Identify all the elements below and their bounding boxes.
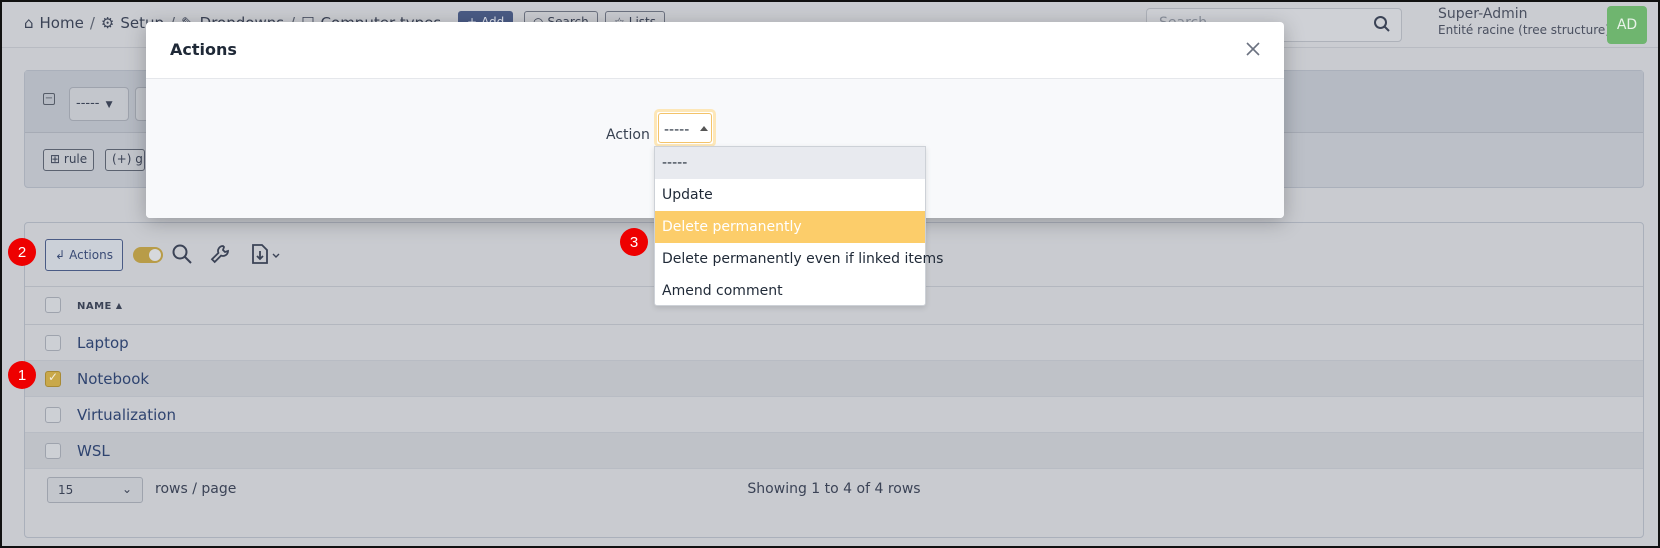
table-row[interactable]: Virtualization bbox=[25, 397, 1643, 433]
row-checkbox[interactable] bbox=[45, 370, 61, 387]
group-label: (+) gr bbox=[112, 152, 145, 166]
rule-label: rule bbox=[63, 152, 88, 166]
dropdown-option[interactable]: Delete permanently even if linked items bbox=[655, 243, 943, 275]
row-name-link[interactable]: Virtualization bbox=[77, 406, 176, 424]
column-header-name[interactable]: NAME ▲ bbox=[77, 301, 123, 312]
criteria-field-value: ----- bbox=[76, 96, 100, 111]
user-info[interactable]: Super-Admin Entité racine (tree structur… bbox=[1438, 6, 1610, 37]
showing-count: Showing 1 to 4 of 4 rows bbox=[747, 481, 921, 497]
row-checkbox[interactable] bbox=[45, 443, 61, 459]
row-checkbox[interactable] bbox=[45, 335, 61, 351]
modal-header: Actions bbox=[146, 22, 1284, 79]
add-group-button[interactable]: (+) gr bbox=[105, 149, 145, 171]
sort-asc-icon: ▲ bbox=[115, 301, 123, 310]
table-row[interactable]: Laptop bbox=[25, 325, 1643, 361]
actions-label: Actions bbox=[69, 248, 113, 262]
close-icon[interactable] bbox=[1244, 40, 1262, 58]
breadcrumb-home[interactable]: Home bbox=[40, 14, 84, 32]
gear-icon: ⚙ bbox=[100, 14, 115, 32]
modal-title: Actions bbox=[170, 40, 237, 59]
dropdown-option[interactable]: Amend comment bbox=[655, 275, 925, 307]
toggle-switch[interactable] bbox=[133, 247, 163, 263]
column-name-label: NAME bbox=[77, 301, 112, 312]
row-name-link[interactable]: Laptop bbox=[77, 334, 129, 352]
add-rule-icon: ⊞ bbox=[50, 152, 61, 166]
criteria-field-select[interactable]: ----- ▼ bbox=[69, 87, 129, 121]
breadcrumb-separator: / bbox=[89, 14, 95, 32]
table-row[interactable]: Notebook bbox=[25, 361, 1643, 397]
row-name-link[interactable]: Notebook bbox=[77, 370, 149, 388]
collapse-icon[interactable]: − bbox=[43, 93, 55, 105]
dropdown-option[interactable]: ----- bbox=[655, 147, 925, 179]
select-all-checkbox[interactable] bbox=[45, 297, 61, 313]
add-rule-button[interactable]: ⊞ rule bbox=[43, 149, 95, 171]
actions-button[interactable]: ↲ Actions bbox=[45, 239, 123, 271]
entity-name: Entité racine (tree structure) bbox=[1438, 22, 1610, 37]
dropdown-option[interactable]: Update bbox=[655, 179, 925, 211]
pagination-footer: 15 ⌄ rows / page Showing 1 to 4 of 4 row… bbox=[25, 459, 1643, 519]
step-marker: 3 bbox=[620, 228, 648, 256]
action-dropdown-list: ----- Update Delete permanently Delete p… bbox=[654, 146, 943, 307]
chevron-down-icon: ▼ bbox=[105, 100, 113, 110]
row-name-link[interactable]: WSL bbox=[77, 442, 110, 460]
home-icon: ⌂ bbox=[24, 14, 34, 32]
action-select[interactable]: ----- bbox=[654, 109, 716, 147]
user-name: Super-Admin bbox=[1438, 6, 1528, 22]
dropdown-option-highlighted[interactable]: Delete permanently bbox=[655, 211, 925, 243]
search-icon[interactable] bbox=[1373, 15, 1391, 33]
avatar[interactable]: AD bbox=[1607, 6, 1647, 44]
row-checkbox[interactable] bbox=[45, 407, 61, 423]
search-icon[interactable] bbox=[171, 243, 193, 265]
step-marker: 1 bbox=[8, 361, 36, 389]
action-label: Action bbox=[606, 127, 650, 143]
caret-up-icon bbox=[700, 126, 708, 131]
export-icon[interactable] bbox=[249, 243, 283, 265]
wrench-icon[interactable] bbox=[209, 243, 231, 265]
return-icon: ↲ bbox=[55, 248, 66, 262]
step-marker: 2 bbox=[8, 238, 36, 266]
